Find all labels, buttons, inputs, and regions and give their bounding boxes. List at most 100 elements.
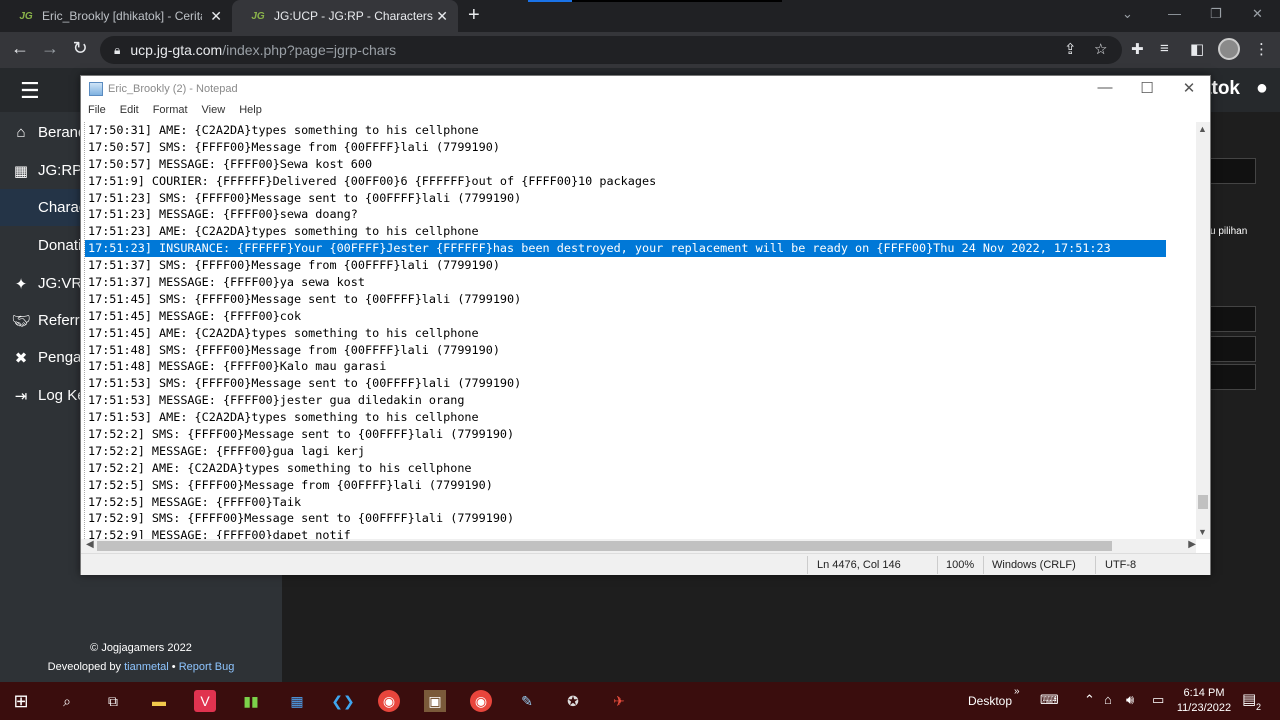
handshake-icon: 🤝︎ xyxy=(11,312,31,330)
chrome-profile-icon[interactable]: ◉ xyxy=(470,690,492,712)
close-tab-icon[interactable]: ✕ xyxy=(210,8,222,25)
close-window-icon[interactable]: ✕ xyxy=(1252,6,1263,22)
user-icon[interactable]: ● xyxy=(1256,77,1268,100)
back-icon[interactable]: ← xyxy=(8,38,32,59)
text-line: 17:51:23] INSURANCE: {FFFFFF}Your {00FFF… xyxy=(85,240,1197,258)
scroll-right-icon[interactable]: ▶ xyxy=(1188,539,1196,550)
restore-icon[interactable]: ❐ xyxy=(1210,6,1222,22)
browser-toolbar: ← → ↻ 🔒︎ ucp.jg-gta.com/index.php?page=j… xyxy=(0,32,1280,68)
menu-edit[interactable]: Edit xyxy=(113,104,146,122)
desktop-toolbar-label[interactable]: Desktop xyxy=(968,694,1012,708)
vscode-icon[interactable]: ❮❯ xyxy=(331,690,354,712)
scroll-left-icon[interactable]: ◀ xyxy=(86,539,94,550)
search-icon[interactable]: ⌕ xyxy=(56,690,78,712)
notification-count: 2 xyxy=(1256,702,1262,712)
notepad-icon xyxy=(89,82,103,96)
sidebar-item-label: JG:RP xyxy=(38,162,83,179)
menu-help[interactable]: Help xyxy=(232,104,269,122)
hamburger-menu-icon[interactable]: ☰ xyxy=(20,78,40,104)
report-bug-link[interactable]: Report Bug xyxy=(179,661,235,673)
gta-icon: ✦ xyxy=(14,275,28,293)
date: 11/23/2022 xyxy=(1176,702,1232,714)
url-host: ucp.jg-gta.com xyxy=(130,42,223,58)
media-queue-icon[interactable]: ≡ xyxy=(1160,40,1169,57)
chrome-icon[interactable]: ◉ xyxy=(378,690,400,712)
notepad-menubar: File Edit Format View Help xyxy=(81,104,269,122)
text-line: 17:51:23] SMS: {FFFF00}Message sent to {… xyxy=(88,190,522,205)
text-line: 17:52:2] MESSAGE: {FFFF00}gua lagi kerj xyxy=(88,443,365,458)
samp-icon[interactable]: ✈ xyxy=(608,690,630,712)
time: 6:14 PM xyxy=(1183,687,1225,699)
task-view-icon[interactable]: ⧉ xyxy=(102,690,124,712)
text-line: 17:52:5] SMS: {FFFF00}Message from {00FF… xyxy=(88,477,493,492)
tab-cerita[interactable]: JG Eric_Brookly [dhikatok] - Cerita K ✕ xyxy=(0,0,232,32)
reload-icon[interactable]: ↻ xyxy=(68,38,92,59)
divider xyxy=(572,0,782,2)
profile-avatar[interactable] xyxy=(1218,38,1240,60)
side-panel-icon[interactable]: ◧ xyxy=(1190,40,1204,58)
windows-start-icon[interactable]: ⊞ xyxy=(10,690,32,712)
keyboard-icon[interactable]: ⌨ xyxy=(1040,692,1059,708)
divider xyxy=(983,556,984,574)
clock[interactable]: 6:14 PM 11/23/2022 xyxy=(1176,686,1232,716)
show-hidden-icons-icon[interactable]: ⌃ xyxy=(1084,692,1095,708)
game-icon[interactable]: ▣ xyxy=(424,690,446,712)
menu-view[interactable]: View xyxy=(195,104,233,122)
zoom-level: 100% xyxy=(946,559,975,571)
menu-file[interactable]: File xyxy=(81,104,113,122)
selected-text: 17:51:23] INSURANCE: {FFFFFF}Your {00FFF… xyxy=(85,240,1166,258)
app-green-icon[interactable]: ▮▮ xyxy=(240,690,262,712)
new-tab-icon[interactable]: + xyxy=(468,4,480,27)
text-line: 17:51:53] AME: {C2A2DA}types something t… xyxy=(88,410,479,425)
table-row xyxy=(1210,306,1256,332)
chevron-double-icon[interactable]: » xyxy=(1014,686,1020,697)
minimize-icon[interactable]: — xyxy=(1085,79,1125,96)
vertical-scrollbar[interactable]: ▲ ▼ xyxy=(1196,122,1210,539)
developer-link[interactable]: tianmetal xyxy=(124,661,169,673)
scroll-thumb[interactable] xyxy=(97,541,1112,551)
display-icon[interactable]: ▭ xyxy=(1152,692,1164,708)
window-title: Eric_Brookly (2) - Notepad xyxy=(108,83,238,95)
scroll-up-icon[interactable]: ▲ xyxy=(1198,124,1207,134)
tab-strip: JG Eric_Brookly [dhikatok] - Cerita K ✕ … xyxy=(0,0,1280,32)
text-line: 17:50:31] AME: {C2A2DA}types something t… xyxy=(88,123,479,137)
tab-characters[interactable]: JG JG:UCP - JG:RP - Characters ✕ xyxy=(232,0,458,32)
table-row xyxy=(1210,364,1256,390)
text-editor[interactable]: 17:50:31] AME: {C2A2DA}types something t… xyxy=(84,122,1197,539)
share-icon[interactable]: ⇪ xyxy=(1064,40,1077,58)
network-icon[interactable]: ⌂ xyxy=(1104,692,1112,707)
vivaldi-icon[interactable]: V xyxy=(194,690,216,712)
close-icon[interactable]: ✕ xyxy=(1169,79,1209,97)
menu-format[interactable]: Format xyxy=(146,104,195,122)
volume-icon[interactable]: 🔊︎ xyxy=(1126,692,1134,708)
divider xyxy=(937,556,938,574)
close-tab-icon[interactable]: ✕ xyxy=(436,8,448,25)
address-bar[interactable]: 🔒︎ ucp.jg-gta.com/index.php?page=jgrp-ch… xyxy=(100,36,1122,64)
text-line: 17:51:45] SMS: {FFFF00}Message sent to {… xyxy=(88,291,522,306)
horizontal-scrollbar[interactable]: ◀ ▶ xyxy=(81,539,1196,553)
menu-kebab-icon[interactable]: ⋮ xyxy=(1254,40,1269,58)
text-line: 17:50:57] SMS: {FFFF00}Message from {00F… xyxy=(88,139,500,154)
jg-favicon-icon: JG xyxy=(19,10,33,22)
app-icon[interactable]: ✪ xyxy=(562,690,584,712)
maximize-icon[interactable]: ☐ xyxy=(1127,79,1167,97)
forward-icon[interactable]: → xyxy=(38,38,62,59)
bookmark-star-icon[interactable]: ☆ xyxy=(1094,40,1107,58)
table-row xyxy=(1210,158,1256,184)
text-line: 17:51:37] MESSAGE: {FFFF00}ya sewa kost xyxy=(88,275,365,290)
jg-favicon-icon: JG xyxy=(251,10,265,22)
scroll-thumb[interactable] xyxy=(1198,495,1208,509)
store-icon[interactable]: ▦ xyxy=(286,690,308,712)
tab-search-icon[interactable]: ⌄ xyxy=(1122,6,1133,22)
extensions-icon[interactable]: ✚ xyxy=(1131,40,1144,58)
file-explorer-icon[interactable]: ▬ xyxy=(148,690,170,712)
minimize-icon[interactable]: — xyxy=(1168,6,1181,21)
scroll-down-icon[interactable]: ▼ xyxy=(1198,527,1207,537)
notepad-titlebar[interactable]: Eric_Brookly (2) - Notepad — ☐ ✕ xyxy=(81,76,1210,102)
home-icon: ⌂ xyxy=(16,124,26,141)
notepad-taskbar-icon[interactable]: ✎ xyxy=(516,690,538,712)
logout-icon: ⇥ xyxy=(14,387,28,405)
text-line: 17:51:37] SMS: {FFFF00}Message from {00F… xyxy=(88,258,500,273)
text-line: 17:51:45] MESSAGE: {FFFF00}cok xyxy=(88,308,302,323)
notification-center-icon[interactable]: ▤ xyxy=(1242,690,1256,708)
